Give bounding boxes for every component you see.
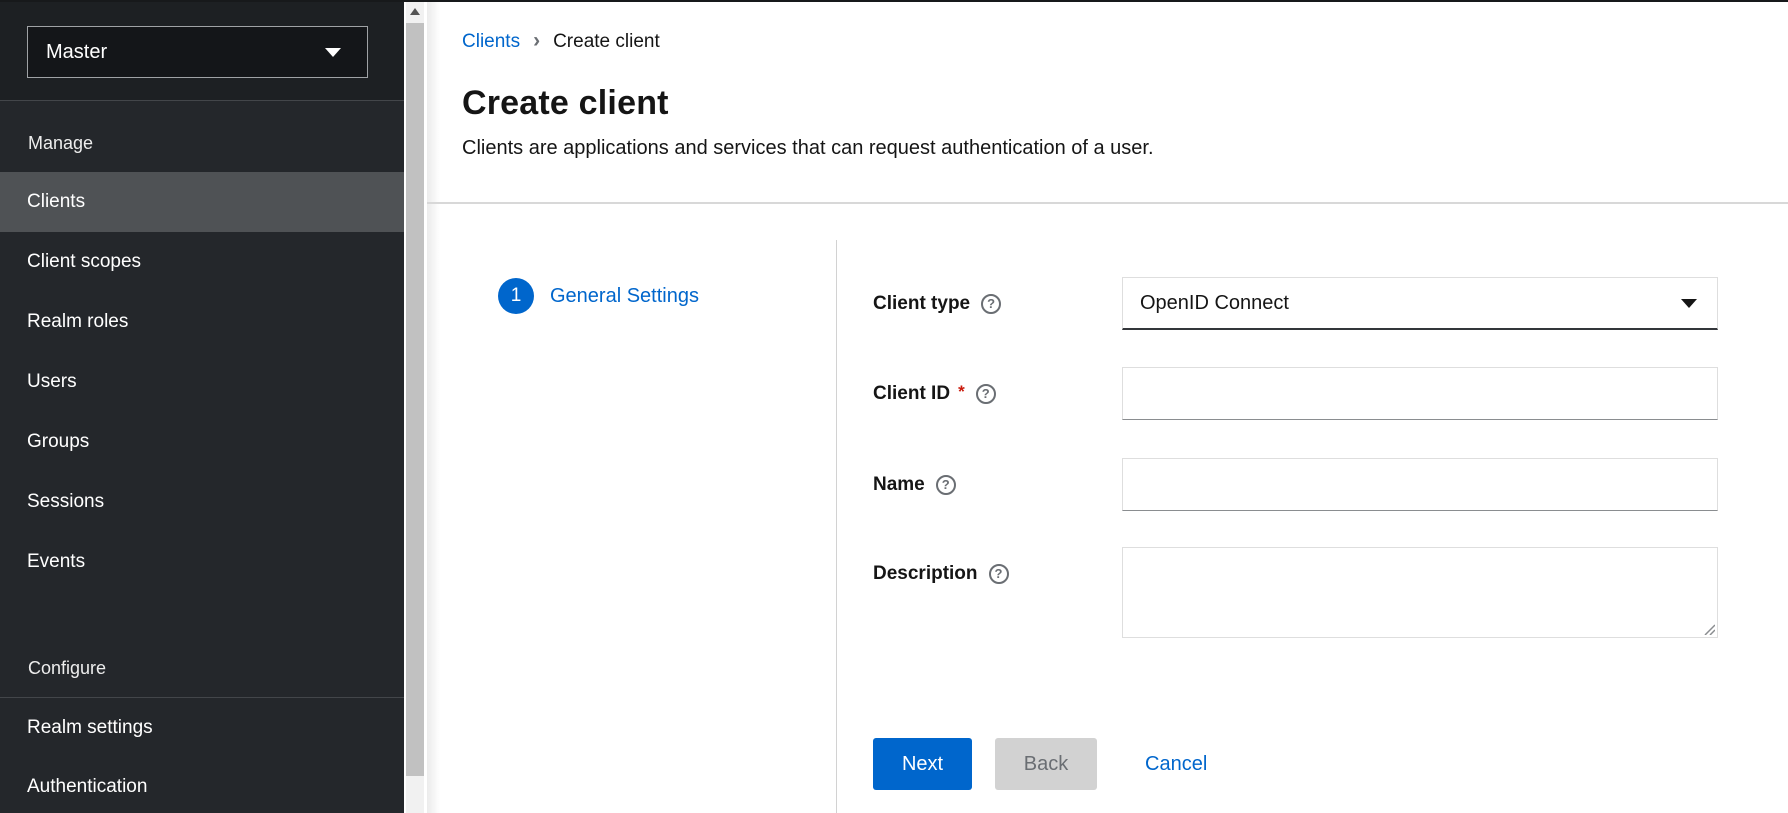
keycloak-admin-console: Master Manage Clients Client scopes Real… bbox=[0, 0, 1788, 813]
resize-handle-icon[interactable] bbox=[1702, 622, 1715, 635]
description-label-group: Description ? bbox=[873, 547, 1122, 600]
back-button[interactable]: Back bbox=[995, 738, 1097, 790]
sidebar-item-authentication[interactable]: Authentication bbox=[0, 757, 404, 813]
sidebar-item-label: Groups bbox=[27, 431, 89, 453]
next-button[interactable]: Next bbox=[873, 738, 972, 790]
realm-selector-area: Master bbox=[0, 0, 404, 101]
page-title: Create client bbox=[462, 84, 669, 123]
description-textarea-wrap bbox=[1122, 547, 1718, 638]
realm-selector-dropdown[interactable]: Master bbox=[27, 26, 368, 78]
field-row-client-type: Client type ? OpenID Connect bbox=[873, 277, 1718, 330]
help-icon[interactable]: ? bbox=[936, 475, 956, 495]
sidebar-item-groups[interactable]: Groups bbox=[0, 412, 404, 472]
wizard-vertical-divider bbox=[836, 240, 837, 813]
triangle-up-icon bbox=[410, 8, 420, 15]
sidebar-item-label: Realm settings bbox=[27, 717, 153, 739]
page-subtitle: Clients are applications and services th… bbox=[462, 137, 1154, 160]
sidebar-item-label: Client scopes bbox=[27, 251, 141, 273]
sidebar-item-clients[interactable]: Clients bbox=[0, 172, 404, 232]
description-label: Description bbox=[873, 563, 978, 585]
caret-down-icon bbox=[1681, 299, 1697, 308]
client-type-selected-value: OpenID Connect bbox=[1140, 292, 1289, 315]
client-type-label: Client type bbox=[873, 293, 970, 315]
client-id-input[interactable] bbox=[1122, 367, 1718, 420]
breadcrumb-clients-link[interactable]: Clients bbox=[462, 31, 520, 53]
sidebar-item-users[interactable]: Users bbox=[0, 352, 404, 412]
field-row-description: Description ? bbox=[873, 547, 1718, 638]
client-type-select[interactable]: OpenID Connect bbox=[1122, 277, 1718, 330]
sidebar-item-label: Users bbox=[27, 371, 77, 393]
chevron-right-icon: › bbox=[533, 30, 540, 54]
name-label-group: Name ? bbox=[873, 458, 1122, 511]
breadcrumb: Clients › Create client bbox=[462, 30, 660, 54]
sidebar-item-label: Sessions bbox=[27, 491, 104, 513]
scrollbar-up-button[interactable] bbox=[406, 0, 424, 23]
content-edge-shadow bbox=[427, 0, 440, 813]
sidebar-item-client-scopes[interactable]: Client scopes bbox=[0, 232, 404, 292]
help-icon[interactable]: ? bbox=[976, 384, 996, 404]
sidebar-item-events[interactable]: Events bbox=[0, 532, 404, 592]
window-top-edge bbox=[0, 0, 1788, 2]
current-realm-label: Master bbox=[46, 41, 107, 64]
help-icon[interactable]: ? bbox=[981, 294, 1001, 314]
description-textarea[interactable] bbox=[1123, 548, 1717, 637]
header-divider bbox=[427, 202, 1788, 204]
sidebar-item-label: Events bbox=[27, 551, 85, 573]
breadcrumb-current: Create client bbox=[553, 31, 660, 53]
sidebar-item-realm-roles[interactable]: Realm roles bbox=[0, 292, 404, 352]
step-number-badge: 1 bbox=[498, 278, 534, 314]
cancel-button[interactable]: Cancel bbox=[1145, 738, 1207, 790]
sidebar-item-sessions[interactable]: Sessions bbox=[0, 472, 404, 532]
name-input[interactable] bbox=[1122, 458, 1718, 511]
sidebar-item-label: Realm roles bbox=[27, 311, 128, 333]
client-id-label-group: Client ID * ? bbox=[873, 367, 1122, 420]
field-row-client-id: Client ID * ? bbox=[873, 367, 1718, 420]
step-label: General Settings bbox=[550, 285, 699, 308]
main-content: Clients › Create client Create client Cl… bbox=[427, 0, 1788, 813]
sidebar: Master Manage Clients Client scopes Real… bbox=[0, 0, 404, 813]
name-label: Name bbox=[873, 474, 925, 496]
required-indicator: * bbox=[958, 367, 965, 402]
sidebar-item-realm-settings[interactable]: Realm settings bbox=[0, 698, 404, 758]
scrollbar-thumb[interactable] bbox=[406, 23, 424, 776]
field-row-name: Name ? bbox=[873, 458, 1718, 511]
sidebar-item-label: Clients bbox=[27, 191, 85, 213]
sidebar-scrollbar bbox=[404, 0, 427, 813]
sidebar-section-configure: Configure bbox=[28, 658, 106, 678]
sidebar-section-manage: Manage bbox=[28, 133, 93, 153]
help-icon[interactable]: ? bbox=[989, 564, 1009, 584]
client-id-label: Client ID bbox=[873, 383, 950, 405]
sidebar-item-label: Authentication bbox=[27, 776, 147, 798]
client-type-label-group: Client type ? bbox=[873, 277, 1122, 330]
caret-down-icon bbox=[325, 48, 341, 57]
wizard-step-general-settings[interactable]: 1 General Settings bbox=[498, 278, 699, 314]
